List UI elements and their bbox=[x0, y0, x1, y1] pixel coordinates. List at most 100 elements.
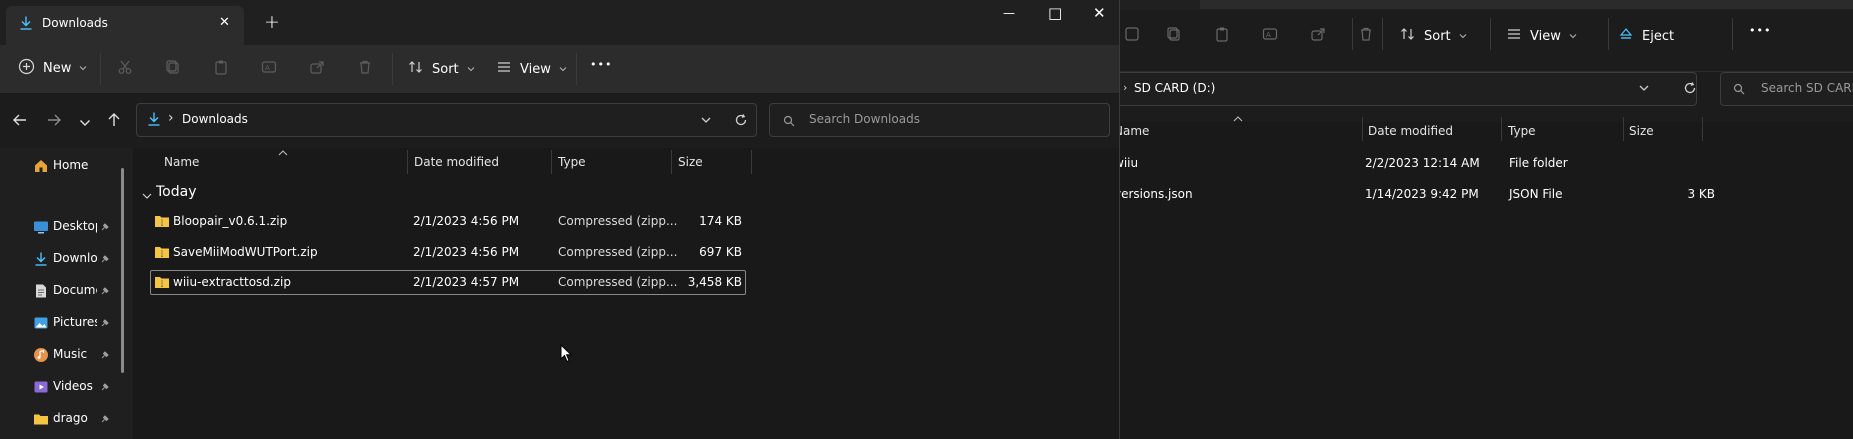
nav-item-pictures[interactable]: Pictures bbox=[0, 309, 120, 337]
sort-button[interactable]: Sort bbox=[1400, 26, 1467, 46]
file-date: 2/1/2023 4:56 PM bbox=[413, 214, 520, 228]
share-icon[interactable] bbox=[1310, 26, 1326, 46]
file-type: Compressed (zipp... bbox=[558, 245, 678, 259]
home-icon bbox=[33, 158, 49, 178]
cut-icon[interactable] bbox=[117, 59, 133, 79]
sort-icon bbox=[408, 59, 424, 79]
column-header-name[interactable]: Name bbox=[164, 155, 199, 169]
pin-icon bbox=[100, 349, 110, 364]
sd-card-window[interactable]: A Sort View Eject ••• › SD CARD (D:) Sea… bbox=[1120, 0, 1853, 439]
maximize-icon[interactable]: □ bbox=[1048, 4, 1062, 22]
delete-icon[interactable] bbox=[1358, 26, 1374, 46]
nav-scrollbar[interactable] bbox=[121, 168, 124, 373]
recent-locations-icon[interactable] bbox=[79, 116, 91, 131]
pin-icon bbox=[100, 253, 110, 268]
column-header-size[interactable]: Size bbox=[678, 155, 703, 169]
file-date: 2/1/2023 4:56 PM bbox=[413, 245, 520, 259]
close-window-icon[interactable]: ✕ bbox=[1093, 4, 1106, 22]
new-button[interactable]: New bbox=[18, 58, 87, 79]
file-type: Compressed (zipp... bbox=[558, 275, 678, 289]
file-date: 1/14/2023 9:42 PM bbox=[1365, 187, 1479, 201]
column-header-size[interactable]: Size bbox=[1629, 124, 1654, 138]
refresh-icon[interactable] bbox=[1683, 81, 1697, 99]
new-tab-icon[interactable]: + bbox=[264, 11, 280, 33]
delete-icon[interactable] bbox=[357, 59, 373, 79]
copy-icon[interactable] bbox=[165, 59, 181, 79]
chevron-right-icon: › bbox=[168, 110, 174, 126]
nav-item-music[interactable]: Music bbox=[0, 341, 120, 369]
view-icon bbox=[496, 59, 512, 79]
search-icon bbox=[783, 115, 795, 131]
downloads-address-bar: › Downloads Search Downloads bbox=[0, 93, 1119, 148]
chevron-right-icon: › bbox=[1123, 81, 1128, 94]
nav-item-home[interactable]: Home bbox=[0, 152, 120, 180]
sort-label: Sort bbox=[1424, 28, 1451, 44]
download-icon bbox=[18, 15, 34, 35]
rename-icon[interactable]: A bbox=[1262, 26, 1278, 46]
sort-up-icon bbox=[278, 146, 288, 161]
search-box[interactable]: Search Downloads bbox=[769, 103, 1110, 137]
chevron-down-icon[interactable] bbox=[700, 114, 712, 130]
more-options-button[interactable]: ••• bbox=[1749, 24, 1771, 37]
nav-label: Videos bbox=[53, 379, 93, 393]
back-arrow-icon[interactable] bbox=[12, 113, 28, 131]
file-type: JSON File bbox=[1509, 187, 1563, 201]
search-placeholder: Search Downloads bbox=[809, 112, 920, 126]
paste-icon[interactable] bbox=[1214, 26, 1230, 46]
nav-item-drago[interactable]: drago bbox=[0, 405, 120, 433]
rename-icon[interactable]: A bbox=[261, 59, 277, 79]
sort-button[interactable]: Sort bbox=[408, 59, 475, 79]
nav-item-desktop[interactable]: Desktop bbox=[0, 213, 120, 241]
search-icon bbox=[1733, 83, 1745, 99]
breadcrumb-downloads[interactable]: Downloads bbox=[182, 112, 248, 126]
search-box[interactable]: Search SD CARD (D:) bbox=[1720, 72, 1853, 106]
share-icon[interactable] bbox=[1124, 26, 1140, 46]
picture-icon bbox=[33, 315, 49, 335]
file-row[interactable]: SaveMiiModWUTPort.zip 2/1/2023 4:56 PM C… bbox=[150, 240, 746, 265]
paste-icon[interactable] bbox=[213, 59, 229, 79]
up-arrow-icon[interactable] bbox=[107, 112, 121, 132]
nav-item-downloads[interactable]: Downloads bbox=[0, 245, 120, 273]
file-name: Bloopair_v0.6.1.zip bbox=[173, 214, 288, 228]
folder-icon bbox=[33, 411, 49, 431]
tab-strip: Downloads ✕ + — □ ✕ bbox=[0, 0, 1119, 45]
tab-title: Downloads bbox=[42, 16, 108, 30]
group-label: Today bbox=[156, 184, 197, 200]
more-options-button[interactable]: ••• bbox=[590, 58, 612, 71]
column-header-date[interactable]: Date modified bbox=[414, 155, 499, 169]
video-icon bbox=[33, 379, 49, 399]
close-tab-icon[interactable]: ✕ bbox=[219, 15, 230, 30]
zip-folder-icon bbox=[154, 213, 170, 233]
more-icon: ••• bbox=[590, 58, 613, 71]
downloads-toolbar: New A Sort View ••• bbox=[0, 45, 1119, 93]
column-header-type[interactable]: Type bbox=[1508, 124, 1536, 138]
view-button[interactable]: View bbox=[1506, 26, 1577, 46]
chevron-down-icon[interactable] bbox=[1638, 82, 1650, 98]
address-box[interactable]: › Downloads bbox=[136, 103, 757, 137]
svg-text:A: A bbox=[1266, 31, 1271, 39]
column-header-name[interactable]: Name bbox=[1120, 124, 1149, 138]
group-header-today[interactable]: Today bbox=[140, 183, 340, 203]
mouse-cursor-icon bbox=[560, 343, 573, 367]
copy-icon[interactable] bbox=[1166, 26, 1182, 46]
refresh-icon[interactable] bbox=[734, 113, 748, 131]
nav-item-videos[interactable]: Videos bbox=[0, 373, 120, 401]
eject-button[interactable]: Eject bbox=[1618, 26, 1674, 46]
share-icon[interactable] bbox=[309, 59, 325, 79]
forward-arrow-icon[interactable] bbox=[46, 113, 62, 131]
file-type: Compressed (zipp... bbox=[558, 214, 678, 228]
file-size: 3,458 KB bbox=[687, 275, 742, 289]
address-box[interactable]: › SD CARD (D:) bbox=[1120, 72, 1697, 106]
music-icon bbox=[33, 347, 49, 367]
file-row[interactable]: Bloopair_v0.6.1.zip 2/1/2023 4:56 PM Com… bbox=[150, 209, 746, 234]
nav-item-documents[interactable]: Documents bbox=[0, 277, 120, 305]
file-row-selected[interactable]: wiiu-extracttosd.zip 2/1/2023 4:57 PM Co… bbox=[150, 270, 746, 295]
downloads-window[interactable]: Downloads ✕ + — □ ✕ New A Sort View ••• … bbox=[0, 0, 1120, 439]
eject-label: Eject bbox=[1642, 28, 1675, 44]
column-header-type[interactable]: Type bbox=[558, 155, 586, 169]
minimize-icon[interactable]: — bbox=[1003, 6, 1015, 20]
tab-downloads[interactable]: Downloads ✕ bbox=[6, 6, 244, 45]
sd-card-address-bar: › SD CARD (D:) Search SD CARD (D:) bbox=[1120, 72, 1853, 122]
view-button[interactable]: View bbox=[496, 59, 567, 79]
column-header-date[interactable]: Date modified bbox=[1368, 124, 1453, 138]
